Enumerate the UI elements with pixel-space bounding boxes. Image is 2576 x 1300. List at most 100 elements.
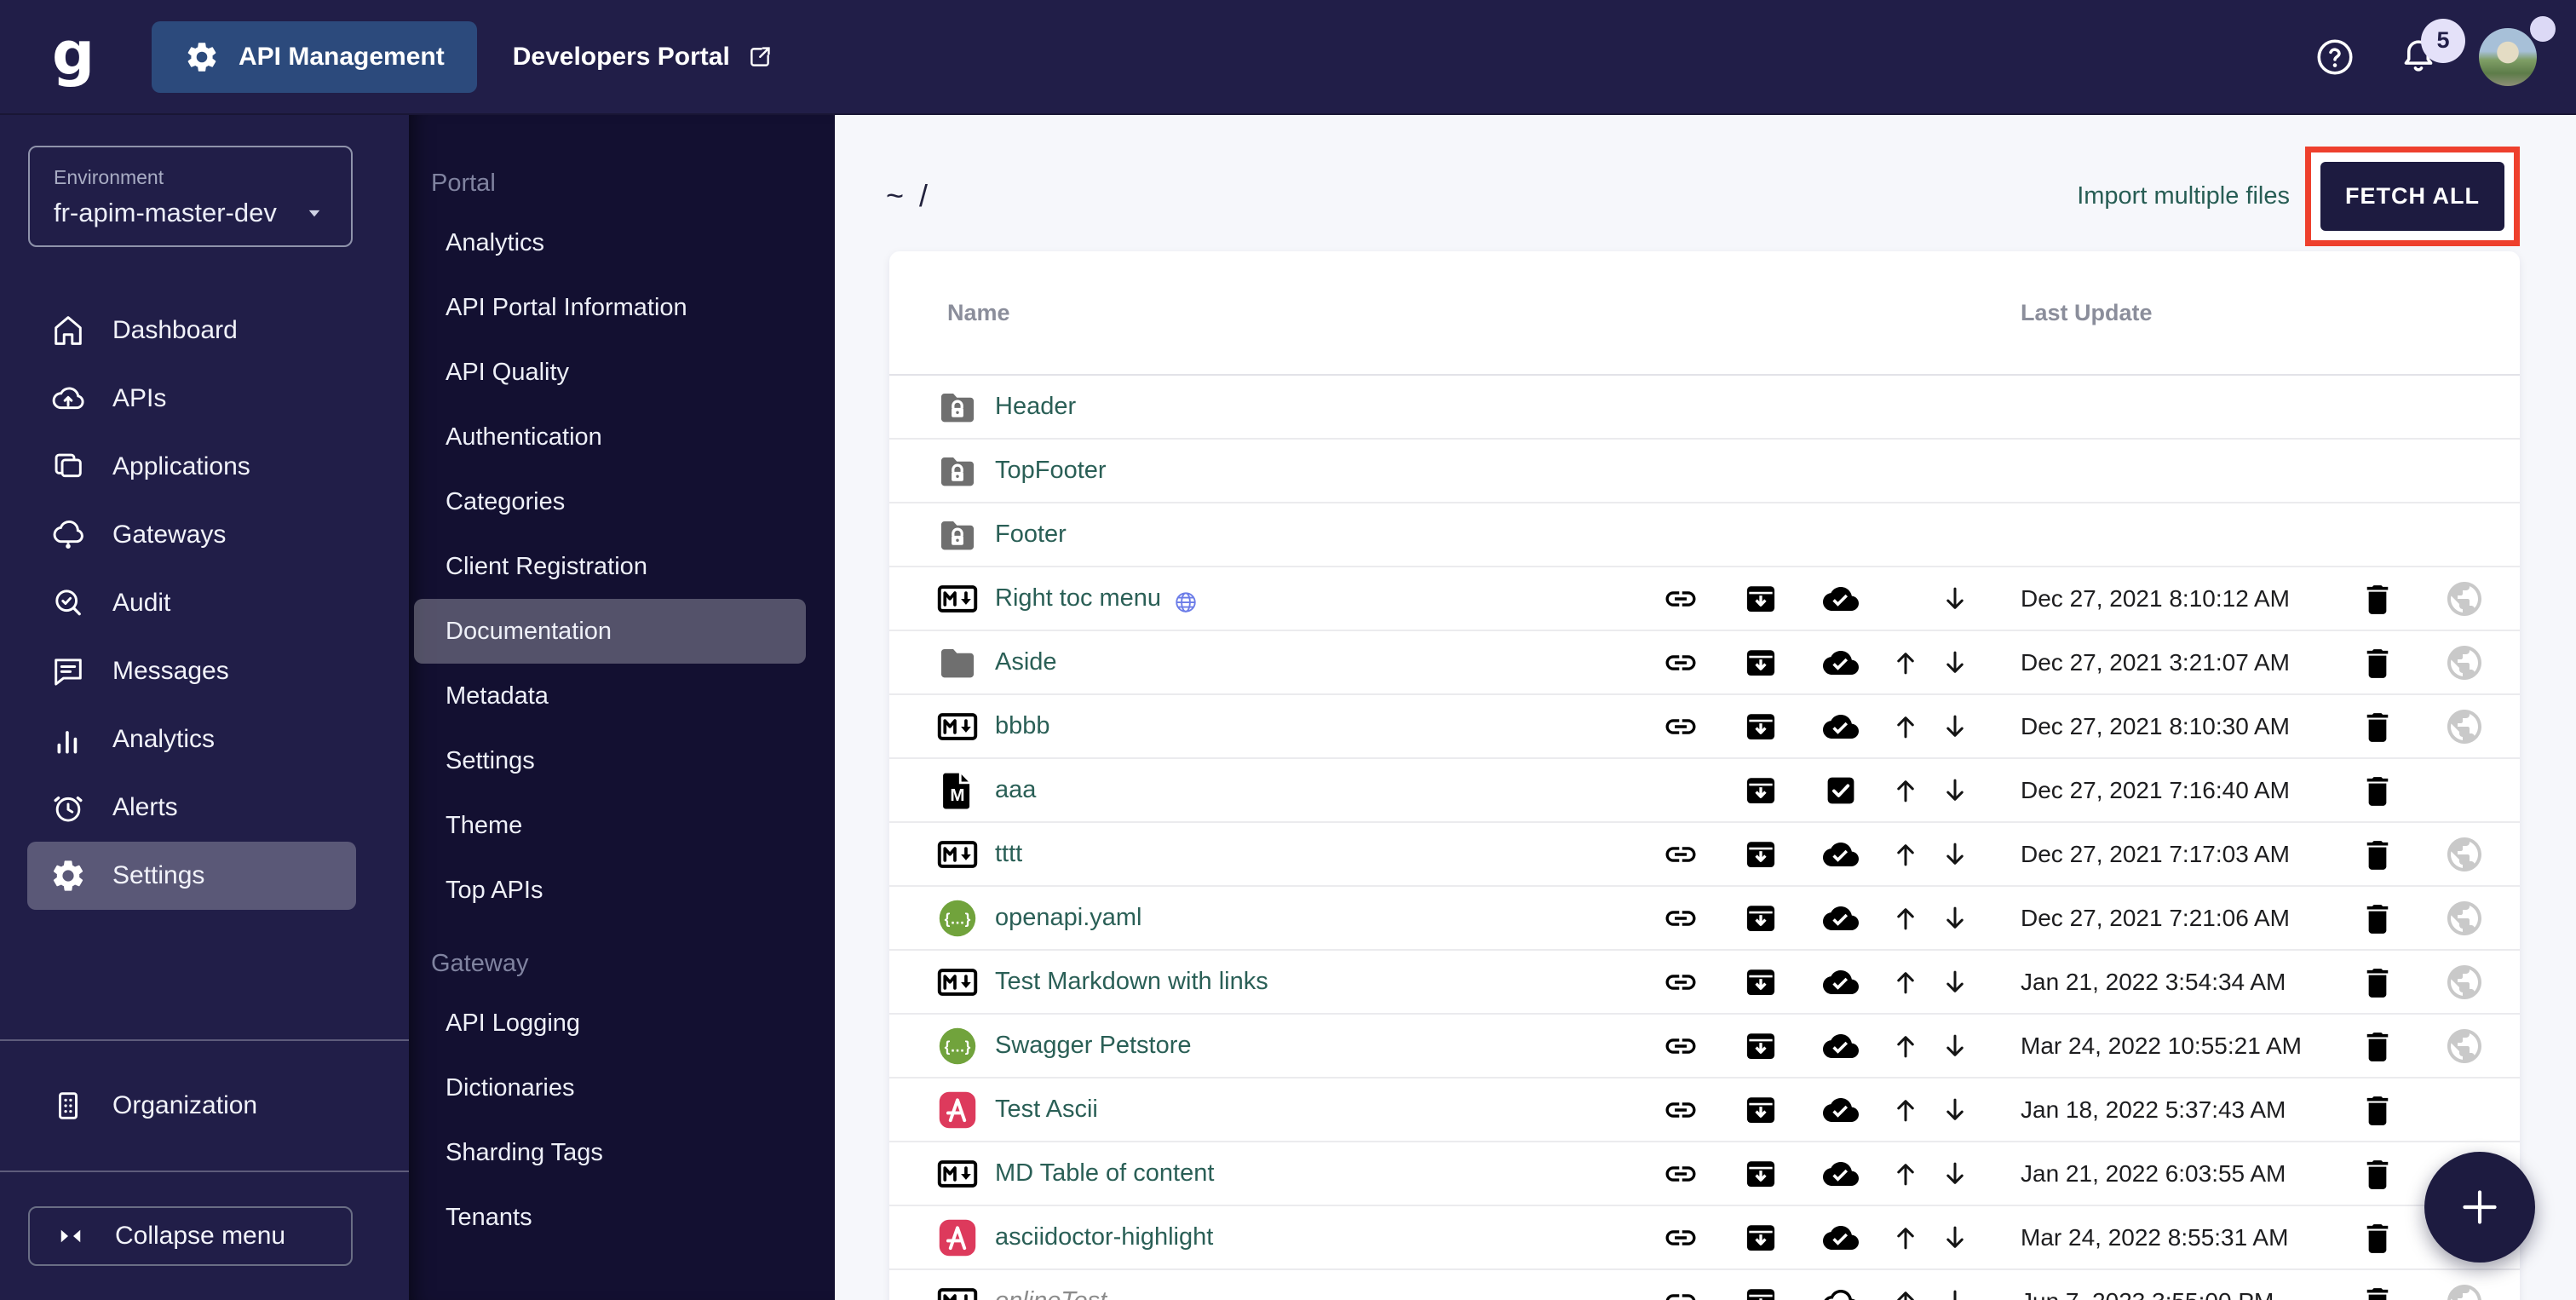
move-up-icon[interactable]: [1889, 1154, 1922, 1194]
trash-icon[interactable]: [2358, 963, 2397, 1002]
subnav-item-metadata[interactable]: Metadata: [414, 664, 806, 728]
move-down-icon[interactable]: [1939, 963, 1971, 1002]
cloud-done-icon[interactable]: [1823, 1220, 1859, 1256]
sidebar-item-settings[interactable]: Settings: [27, 842, 356, 910]
page-link-icon[interactable]: [1663, 581, 1699, 617]
cloud-done-icon[interactable]: [1823, 837, 1859, 872]
move-up-icon[interactable]: [1889, 899, 1922, 938]
move-down-icon[interactable]: [1939, 1154, 1971, 1194]
help-button[interactable]: [2314, 36, 2356, 78]
trash-icon[interactable]: [2358, 643, 2397, 682]
page-link-icon[interactable]: [1663, 900, 1699, 936]
subnav-item-settings[interactable]: Settings: [414, 728, 806, 793]
gravitee-logo[interactable]: g: [49, 26, 97, 89]
move-down-icon[interactable]: [1939, 1218, 1971, 1257]
notifications-button[interactable]: 5: [2397, 36, 2440, 78]
trash-icon[interactable]: [2358, 1154, 2397, 1194]
fetch-all-button[interactable]: FETCH ALL: [2320, 162, 2504, 231]
move-down-icon[interactable]: [1939, 643, 1971, 682]
subnav-item-categories[interactable]: Categories: [414, 469, 806, 534]
page-link-icon[interactable]: [1663, 1284, 1699, 1300]
sidebar-item-organization[interactable]: Organization: [27, 1072, 356, 1140]
move-up-icon[interactable]: [1889, 643, 1922, 682]
save-icon[interactable]: [1743, 837, 1779, 872]
subnav-item-client-registration[interactable]: Client Registration: [414, 534, 806, 599]
trash-icon[interactable]: [2358, 1282, 2397, 1300]
trash-icon[interactable]: [2358, 1218, 2397, 1257]
sidebar-item-audit[interactable]: Audit: [27, 569, 356, 637]
document-name-link[interactable]: MD Table of content: [995, 1159, 1214, 1188]
move-up-icon[interactable]: [1889, 771, 1922, 810]
move-up-icon[interactable]: [1889, 1282, 1922, 1300]
document-name-link[interactable]: aaa: [995, 776, 1036, 804]
subnav-item-dictionaries[interactable]: Dictionaries: [414, 1056, 806, 1120]
move-up-icon[interactable]: [1889, 1090, 1922, 1130]
move-down-icon[interactable]: [1939, 835, 1971, 874]
save-icon[interactable]: [1743, 1284, 1779, 1300]
document-name-link[interactable]: Right toc menu: [995, 584, 1161, 613]
document-name-link[interactable]: bbbb: [995, 712, 1050, 740]
save-icon[interactable]: [1743, 773, 1779, 808]
trash-icon[interactable]: [2358, 707, 2397, 746]
subnav-item-api-logging[interactable]: API Logging: [414, 991, 806, 1056]
document-name-link[interactable]: Footer: [995, 521, 1067, 549]
save-icon[interactable]: [1743, 1156, 1779, 1192]
trash-icon[interactable]: [2358, 579, 2397, 618]
save-icon[interactable]: [1743, 709, 1779, 745]
checkbox-checked-icon[interactable]: [1823, 773, 1859, 808]
page-link-icon[interactable]: [1663, 837, 1699, 872]
sidebar-item-apis[interactable]: APIs: [27, 365, 356, 433]
sidebar-item-analytics[interactable]: Analytics: [27, 705, 356, 774]
document-name-link[interactable]: Swagger Petstore: [995, 1032, 1192, 1060]
environment-select[interactable]: Environment fr-apim-master-dev: [28, 146, 353, 247]
page-link-icon[interactable]: [1663, 1028, 1699, 1064]
trash-icon[interactable]: [2358, 835, 2397, 874]
document-name-link[interactable]: Test Markdown with links: [995, 968, 1268, 996]
subnav-item-tenants[interactable]: Tenants: [414, 1185, 806, 1250]
move-up-icon[interactable]: [1889, 835, 1922, 874]
developers-portal-link[interactable]: Developers Portal: [513, 43, 774, 72]
cloud-done-icon[interactable]: [1823, 1092, 1859, 1128]
save-icon[interactable]: [1743, 645, 1779, 681]
move-down-icon[interactable]: [1939, 1027, 1971, 1066]
cloud-done-icon[interactable]: [1823, 645, 1859, 681]
document-name-link[interactable]: Aside: [995, 648, 1057, 676]
subnav-item-documentation[interactable]: Documentation: [414, 599, 806, 664]
move-up-icon[interactable]: [1889, 707, 1922, 746]
page-link-icon[interactable]: [1663, 964, 1699, 1000]
move-down-icon[interactable]: [1939, 707, 1971, 746]
document-name-link[interactable]: onlineTest: [995, 1287, 1107, 1300]
sidebar-item-messages[interactable]: Messages: [27, 637, 356, 705]
save-icon[interactable]: [1743, 900, 1779, 936]
page-link-icon[interactable]: [1663, 1220, 1699, 1256]
save-icon[interactable]: [1743, 581, 1779, 617]
collapse-menu-button[interactable]: Collapse menu: [28, 1206, 353, 1266]
page-link-icon[interactable]: [1663, 709, 1699, 745]
trash-icon[interactable]: [2358, 771, 2397, 810]
move-up-icon[interactable]: [1889, 1027, 1922, 1066]
move-down-icon[interactable]: [1939, 771, 1971, 810]
save-icon[interactable]: [1743, 964, 1779, 1000]
trash-icon[interactable]: [2358, 1027, 2397, 1066]
move-up-icon[interactable]: [1889, 1218, 1922, 1257]
move-down-icon[interactable]: [1939, 899, 1971, 938]
save-icon[interactable]: [1743, 1028, 1779, 1064]
page-link-icon[interactable]: [1663, 645, 1699, 681]
subnav-item-api-portal-information[interactable]: API Portal Information: [414, 275, 806, 340]
trash-icon[interactable]: [2358, 1090, 2397, 1130]
move-down-icon[interactable]: [1939, 579, 1971, 618]
api-management-button[interactable]: API Management: [152, 21, 477, 93]
subnav-item-theme[interactable]: Theme: [414, 793, 806, 858]
cloud-done-icon[interactable]: [1823, 581, 1859, 617]
move-down-icon[interactable]: [1939, 1282, 1971, 1300]
page-link-icon[interactable]: [1663, 1092, 1699, 1128]
subnav-item-api-quality[interactable]: API Quality: [414, 340, 806, 405]
move-down-icon[interactable]: [1939, 1090, 1971, 1130]
document-name-link[interactable]: Header: [995, 393, 1076, 421]
page-link-icon[interactable]: [1663, 1156, 1699, 1192]
document-name-link[interactable]: TopFooter: [995, 457, 1107, 485]
cloud-done-icon[interactable]: [1823, 1028, 1859, 1064]
save-icon[interactable]: [1743, 1220, 1779, 1256]
import-multiple-files-link[interactable]: Import multiple files: [2077, 182, 2290, 210]
cloud-done-icon[interactable]: [1823, 1156, 1859, 1192]
